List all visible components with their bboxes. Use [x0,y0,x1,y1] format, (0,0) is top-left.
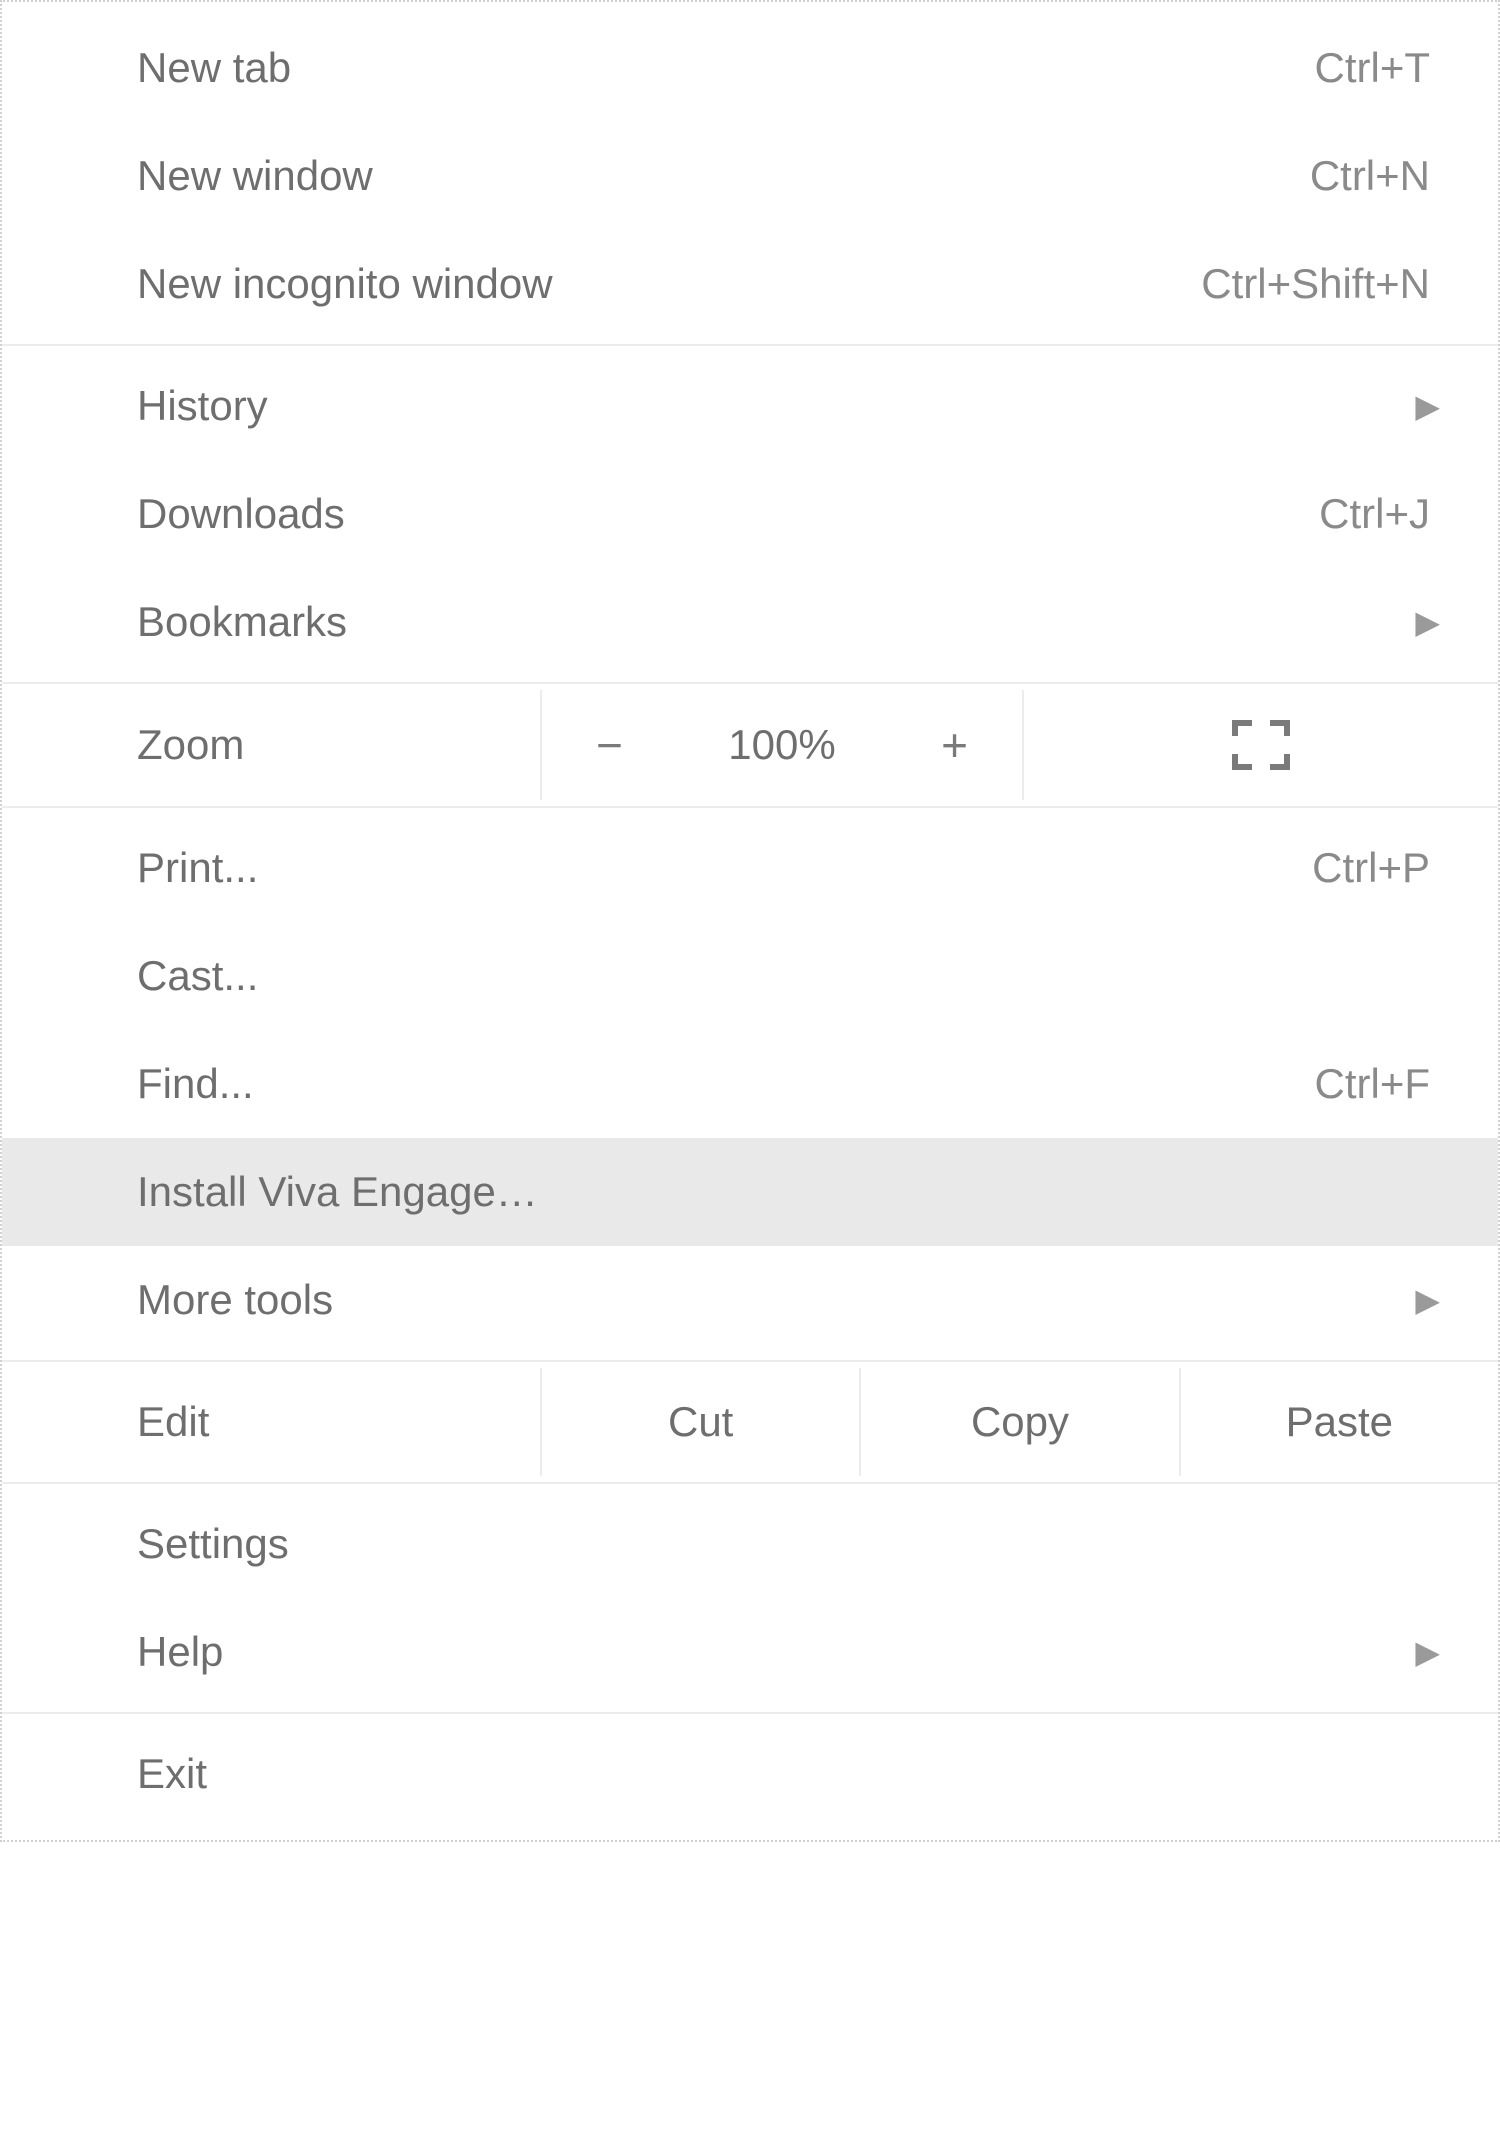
menu-section: New tab Ctrl+T New window Ctrl+N New inc… [2,8,1498,346]
zoom-value-text: 100% [728,721,835,769]
copy-button[interactable]: Copy [861,1368,1180,1476]
zoom-label: Zoom [137,721,244,769]
plus-icon: + [941,718,968,772]
menu-item-more-tools[interactable]: More tools ▶ [2,1246,1498,1354]
chevron-right-icon: ▶ [1415,387,1450,425]
edit-label: Edit [137,1398,209,1446]
minus-icon: − [596,718,623,772]
menu-item-shortcut: Ctrl+P [1312,844,1450,892]
fullscreen-icon [1232,720,1290,770]
chevron-right-icon: ▶ [1415,603,1450,641]
cut-label: Cut [668,1398,733,1446]
menu-section: Exit [2,1714,1498,1834]
menu-item-bookmarks[interactable]: Bookmarks ▶ [2,568,1498,676]
menu-item-downloads[interactable]: Downloads Ctrl+J [2,460,1498,568]
paste-button[interactable]: Paste [1181,1368,1498,1476]
zoom-value: 100% [677,690,887,800]
menu-item-label: More tools [137,1276,1415,1324]
menu-item-label: Install Viva Engage… [137,1168,1450,1216]
menu-item-label: Find... [137,1060,1315,1108]
zoom-label-cell: Zoom [2,690,542,800]
chevron-right-icon: ▶ [1415,1281,1450,1319]
menu-item-shortcut: Ctrl+T [1315,44,1451,92]
edit-label-cell: Edit [2,1368,542,1476]
menu-item-cast[interactable]: Cast... [2,922,1498,1030]
menu-item-label: New window [137,152,1310,200]
paste-label: Paste [1286,1398,1393,1446]
zoom-out-button[interactable]: − [542,690,677,800]
menu-item-label: New tab [137,44,1315,92]
menu-section: Settings Help ▶ [2,1484,1498,1714]
cut-button[interactable]: Cut [542,1368,861,1476]
menu-item-print[interactable]: Print... Ctrl+P [2,814,1498,922]
menu-item-label: Print... [137,844,1312,892]
fullscreen-button[interactable] [1022,690,1498,800]
copy-label: Copy [971,1398,1069,1446]
chevron-right-icon: ▶ [1415,1633,1450,1671]
menu-section: History ▶ Downloads Ctrl+J Bookmarks ▶ [2,346,1498,684]
zoom-in-button[interactable]: + [887,690,1022,800]
menu-item-find[interactable]: Find... Ctrl+F [2,1030,1498,1138]
menu-item-label: Downloads [137,490,1319,538]
menu-section: Print... Ctrl+P Cast... Find... Ctrl+F I… [2,808,1498,1362]
menu-item-label: Help [137,1628,1415,1676]
menu-item-install-app[interactable]: Install Viva Engage… [2,1138,1498,1246]
zoom-row: Zoom − 100% + [2,690,1498,800]
menu-section-edit: Edit Cut Copy Paste [2,1362,1498,1484]
menu-item-label: Settings [137,1520,1450,1568]
menu-item-new-incognito-window[interactable]: New incognito window Ctrl+Shift+N [2,230,1498,338]
menu-item-exit[interactable]: Exit [2,1720,1498,1828]
menu-item-settings[interactable]: Settings [2,1490,1498,1598]
menu-item-new-window[interactable]: New window Ctrl+N [2,122,1498,230]
menu-item-shortcut: Ctrl+Shift+N [1201,260,1450,308]
menu-item-shortcut: Ctrl+F [1315,1060,1451,1108]
menu-item-label: Cast... [137,952,1450,1000]
menu-item-shortcut: Ctrl+J [1319,490,1450,538]
edit-row: Edit Cut Copy Paste [2,1368,1498,1476]
menu-item-help[interactable]: Help ▶ [2,1598,1498,1706]
menu-item-label: Bookmarks [137,598,1415,646]
menu-item-label: Exit [137,1750,1450,1798]
menu-section-zoom: Zoom − 100% + [2,684,1498,808]
menu-item-history[interactable]: History ▶ [2,352,1498,460]
menu-item-shortcut: Ctrl+N [1310,152,1450,200]
menu-item-new-tab[interactable]: New tab Ctrl+T [2,14,1498,122]
browser-menu: New tab Ctrl+T New window Ctrl+N New inc… [0,0,1500,1842]
menu-item-label: New incognito window [137,260,1201,308]
menu-item-label: History [137,382,1415,430]
